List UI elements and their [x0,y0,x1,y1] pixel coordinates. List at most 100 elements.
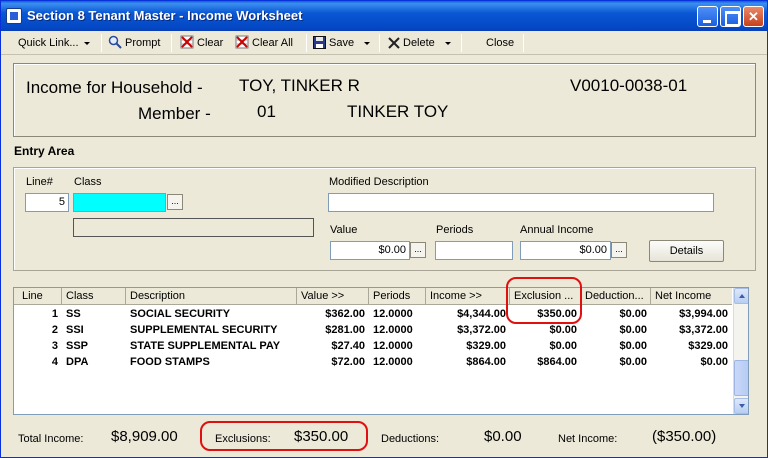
close-button[interactable]: Close [486,35,514,51]
window-title: Section 8 Tenant Master - Income Workshe… [27,8,303,23]
cell-periods: 12.0000 [373,324,413,336]
column-header-description[interactable]: Description [126,288,297,305]
cell-deduction: $0.00 [619,356,647,368]
income-grid: Line Class Description Value >> Periods … [13,287,749,415]
toolbar: Quick Link... Prompt Clear Clear All Sav… [1,31,767,55]
scroll-up-icon[interactable] [734,288,748,304]
line-number-field[interactable]: 5 [25,193,69,212]
cell-income: $3,372.00 [457,324,506,336]
clear-label: Clear [197,37,224,49]
close-window-button[interactable]: ✕ [743,6,764,27]
toolbar-divider [101,34,102,52]
table-row[interactable]: 4 DPA FOOD STAMPS $72.00 12.0000 $864.00… [14,354,732,370]
table-row[interactable]: 3 SSP STATE SUPPLEMENTAL PAY $27.40 12.0… [14,338,732,354]
account-id: V0010-0038-01 [570,76,688,95]
cell-value: $362.00 [325,308,365,320]
clear-all-label: Clear All [252,37,293,49]
cell-periods: 12.0000 [373,308,413,320]
cell-line: 1 [51,308,58,320]
details-button[interactable]: Details [649,240,724,262]
modified-description-label: Modified Description [329,176,429,188]
cell-value: $281.00 [325,324,365,336]
minimize-button[interactable] [697,6,718,27]
cell-description: SUPPLEMENTAL SECURITY [130,324,278,336]
toolbar-divider [461,34,462,52]
member-name: TINKER TOY [347,102,449,121]
vertical-scrollbar[interactable] [733,288,748,414]
cell-exclusion: $0.00 [549,340,577,352]
quick-link-menu[interactable]: Quick Link... [18,35,90,51]
cell-line: 3 [51,340,58,352]
cell-class: SSP [66,340,89,352]
deductions-value: $0.00 [484,428,522,445]
class-field[interactable] [73,193,166,212]
value-label: Value [330,224,358,236]
scroll-down-icon[interactable] [734,398,748,414]
line-number-label: Line# [26,176,53,188]
annual-income-lookup-button[interactable]: ... [611,242,627,258]
cell-deduction: $0.00 [619,340,647,352]
column-header-deduction[interactable]: Deduction... [581,288,651,305]
exclusion-highlight-circle [506,277,582,324]
class-description-display [73,218,314,237]
cell-line: 2 [51,324,58,336]
periods-field[interactable] [435,241,513,260]
prompt-label: Prompt [125,37,161,49]
delete-button[interactable]: Delete [388,35,451,51]
class-lookup-button[interactable]: ... [167,194,183,210]
column-header-periods[interactable]: Periods [369,288,426,305]
cell-net-income: $329.00 [688,340,728,352]
cell-net-income: $0.00 [700,356,728,368]
magnifier-icon [108,35,122,49]
column-header-value[interactable]: Value >> [297,288,369,305]
scroll-thumb[interactable] [734,360,748,396]
delete-label: Delete [403,37,435,49]
household-header: Income for Household - TOY, TINKER R V00… [13,63,756,137]
cell-exclusion: $0.00 [549,324,577,336]
column-header-line[interactable]: Line [14,288,62,305]
table-row[interactable]: 1 SS SOCIAL SECURITY $362.00 12.0000 $4,… [14,306,732,322]
value-lookup-button[interactable]: ... [410,242,426,258]
chevron-down-icon [364,41,371,45]
chevron-down-icon [83,41,90,45]
member-number: 01 [257,102,276,121]
household-name: TOY, TINKER R [239,76,360,95]
value-field[interactable]: $0.00 [330,241,410,260]
clear-all-icon [235,35,249,49]
cell-class: SS [66,308,81,320]
net-income-value: ($350.00) [652,428,717,445]
column-header-net-income[interactable]: Net Income [651,288,732,305]
total-income-value: $8,909.00 [111,428,178,445]
column-header-income[interactable]: Income >> [426,288,510,305]
clear-all-button[interactable]: Clear All [235,35,293,51]
cell-income: $864.00 [466,356,506,368]
cell-deduction: $0.00 [619,308,647,320]
title-bar[interactable]: Section 8 Tenant Master - Income Workshe… [1,1,767,31]
floppy-disk-icon [313,36,326,49]
class-label: Class [74,176,102,188]
member-label: Member - [138,104,211,123]
chevron-down-icon [444,41,451,45]
income-worksheet-window: Section 8 Tenant Master - Income Workshe… [0,0,768,458]
deductions-label: Deductions: [381,433,440,445]
cell-deduction: $0.00 [619,324,647,336]
prompt-button[interactable]: Prompt [108,35,160,51]
cell-exclusion: $864.00 [537,356,577,368]
column-header-class[interactable]: Class [62,288,126,305]
cell-description: FOOD STAMPS [130,356,210,368]
cell-class: DPA [66,356,89,368]
cell-periods: 12.0000 [373,356,413,368]
toolbar-divider [171,34,172,52]
save-button[interactable]: Save [313,35,371,51]
table-row[interactable]: 2 SSI SUPPLEMENTAL SECURITY $281.00 12.0… [14,322,732,338]
clear-button[interactable]: Clear [180,35,223,51]
annual-income-label: Annual Income [520,224,594,236]
delete-x-icon [388,37,400,49]
maximize-button[interactable] [720,6,741,27]
modified-description-field[interactable] [328,193,714,212]
cell-description: SOCIAL SECURITY [130,308,231,320]
clear-grid-icon [180,35,194,49]
annual-income-field[interactable]: $0.00 [520,241,611,260]
cell-class: SSI [66,324,84,336]
entry-area-title: Entry Area [14,144,75,158]
